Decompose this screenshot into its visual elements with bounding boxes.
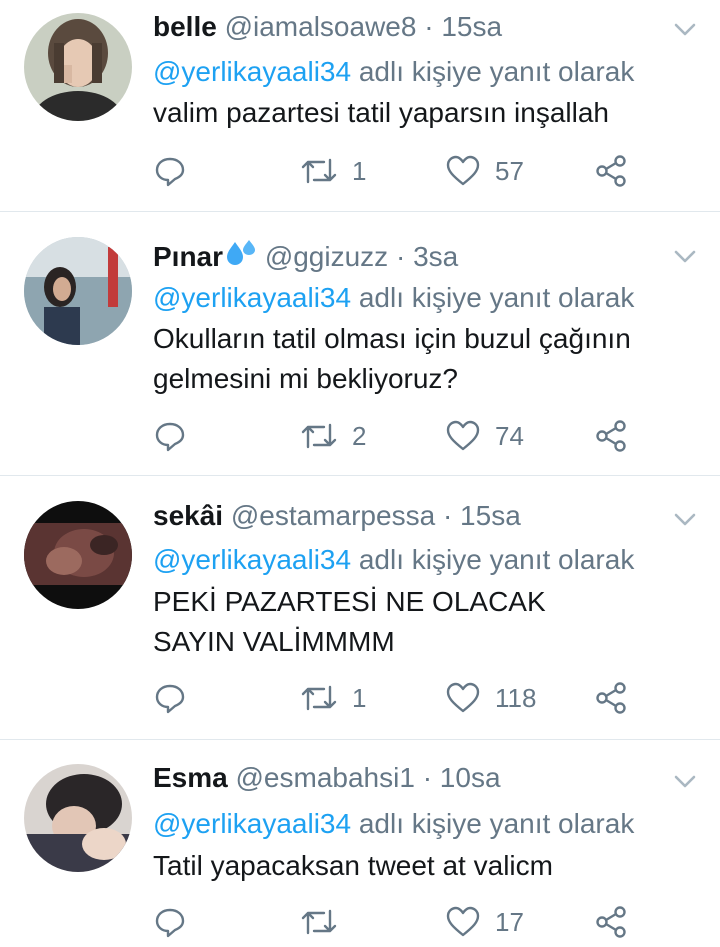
like-count: 57 xyxy=(495,155,524,186)
tweet-header: sekâi @estamarpessa · 15sa xyxy=(153,499,660,533)
share-button[interactable] xyxy=(594,153,628,189)
reply-button[interactable] xyxy=(153,418,187,454)
retweet-count: 1 xyxy=(352,155,367,186)
tweet[interactable]: sekâi @estamarpessa · 15sa @yerlikayaali… xyxy=(0,476,720,740)
tweet[interactable]: Pınar @ggizuzz · 3sa @yerlikayaali34 adl… xyxy=(0,212,720,476)
retweet-button[interactable]: 1 xyxy=(300,680,366,716)
separator-dot: · xyxy=(422,762,433,793)
retweet-icon xyxy=(301,423,337,449)
timestamp[interactable]: 15sa xyxy=(441,11,502,42)
timestamp[interactable]: 10sa xyxy=(440,762,501,793)
reply-button[interactable] xyxy=(153,680,187,716)
mention-link[interactable]: @yerlikayaali34 xyxy=(153,56,351,87)
tweet-text: PEKİ PAZARTESİ NE OLACAK SAYIN VALİMMMM xyxy=(153,586,546,657)
heart-icon xyxy=(446,155,480,186)
reply-icon xyxy=(155,157,185,187)
retweet-icon xyxy=(301,909,337,935)
tweet-actions: 17 xyxy=(153,904,673,940)
share-icon xyxy=(596,420,626,452)
share-icon xyxy=(596,906,626,938)
like-count: 118 xyxy=(495,682,537,713)
timestamp[interactable]: 3sa xyxy=(413,241,458,272)
share-icon xyxy=(596,155,626,187)
display-name[interactable]: Esma xyxy=(153,762,228,793)
sweat-droplets-emoji xyxy=(227,240,256,265)
tweet-header: belle @iamalsoawe8 · 15sa xyxy=(153,10,660,44)
avatar[interactable] xyxy=(24,13,132,121)
heart-icon xyxy=(446,682,480,713)
reply-button[interactable] xyxy=(153,904,187,940)
timestamp[interactable]: 15sa xyxy=(460,500,521,531)
tweet-text: valim pazartesi tatil yaparsın inşallah xyxy=(153,97,609,128)
avatar[interactable] xyxy=(24,237,132,345)
like-button[interactable]: 57 xyxy=(445,153,524,189)
share-icon xyxy=(596,682,626,714)
reply-context-text: adlı kişiye yanıt olarak xyxy=(358,544,635,575)
like-button[interactable]: 17 xyxy=(445,904,524,940)
user-handle[interactable]: @esmabahsi1 xyxy=(236,762,415,793)
like-button[interactable]: 74 xyxy=(445,418,524,454)
separator-dot: · xyxy=(395,241,406,272)
chevron-down-icon[interactable] xyxy=(674,775,696,789)
reply-context-text: adlı kişiye yanıt olarak xyxy=(358,808,635,839)
reply-context: @yerlikayaali34 adlı kişiye yanıt olarak xyxy=(153,281,634,315)
tweet-text: Tatil yapacaksan tweet at valicm xyxy=(153,850,553,881)
chevron-down-icon[interactable] xyxy=(674,513,696,527)
user-handle[interactable]: @estamarpessa xyxy=(231,500,435,531)
retweet-count: 1 xyxy=(352,682,367,713)
retweet-icon xyxy=(301,685,337,711)
share-button[interactable] xyxy=(594,904,628,940)
tweet-header: Pınar @ggizuzz · 3sa xyxy=(153,238,660,274)
mention-link[interactable]: @yerlikayaali34 xyxy=(153,282,351,313)
avatar[interactable] xyxy=(24,501,132,609)
display-name[interactable]: Pınar xyxy=(153,241,223,272)
tweet-actions: 1 57 xyxy=(153,153,673,189)
chevron-down-icon[interactable] xyxy=(674,23,696,37)
reply-icon xyxy=(155,684,185,714)
tweet-text: Okulların tatil olması için buzul çağını… xyxy=(153,323,631,394)
display-name[interactable]: sekâi xyxy=(153,500,223,531)
reply-context-text: adlı kişiye yanıt olarak xyxy=(358,56,635,87)
avatar[interactable] xyxy=(24,764,132,872)
mention-link[interactable]: @yerlikayaali34 xyxy=(153,544,351,575)
reply-context: @yerlikayaali34 adlı kişiye yanıt olarak xyxy=(153,55,634,89)
retweet-count: 2 xyxy=(352,420,367,451)
chevron-down-icon[interactable] xyxy=(674,250,696,264)
display-name[interactable]: belle xyxy=(153,11,217,42)
share-button[interactable] xyxy=(594,418,628,454)
heart-icon xyxy=(446,906,480,937)
retweet-button[interactable] xyxy=(300,904,352,940)
like-count: 17 xyxy=(495,906,524,937)
reply-context: @yerlikayaali34 adlı kişiye yanıt olarak xyxy=(153,543,634,577)
share-button[interactable] xyxy=(594,680,628,716)
reply-context-text: adlı kişiye yanıt olarak xyxy=(358,282,635,313)
tweet-actions: 1 118 xyxy=(153,680,673,716)
heart-icon xyxy=(446,420,480,451)
retweet-button[interactable]: 1 xyxy=(300,153,366,189)
reply-button[interactable] xyxy=(153,153,187,189)
retweet-button[interactable]: 2 xyxy=(300,418,366,454)
retweet-icon xyxy=(301,158,337,184)
tweet-header: Esma @esmabahsi1 · 10sa xyxy=(153,761,660,795)
reply-icon xyxy=(155,422,185,452)
tweet-actions: 2 74 xyxy=(153,418,673,454)
separator-dot: · xyxy=(442,500,453,531)
like-count: 74 xyxy=(495,420,524,451)
separator-dot: · xyxy=(424,11,434,42)
like-button[interactable]: 118 xyxy=(445,680,536,716)
mention-link[interactable]: @yerlikayaali34 xyxy=(153,808,351,839)
user-handle[interactable]: @ggizuzz xyxy=(265,241,388,272)
tweet[interactable]: Esma @esmabahsi1 · 10sa @yerlikayaali34 … xyxy=(0,740,720,947)
user-handle[interactable]: @iamalsoawe8 xyxy=(225,11,417,42)
reply-icon xyxy=(155,908,185,938)
tweet[interactable]: belle @iamalsoawe8 · 15sa @yerlikayaali3… xyxy=(0,0,720,212)
reply-context: @yerlikayaali34 adlı kişiye yanıt olarak xyxy=(153,807,634,841)
